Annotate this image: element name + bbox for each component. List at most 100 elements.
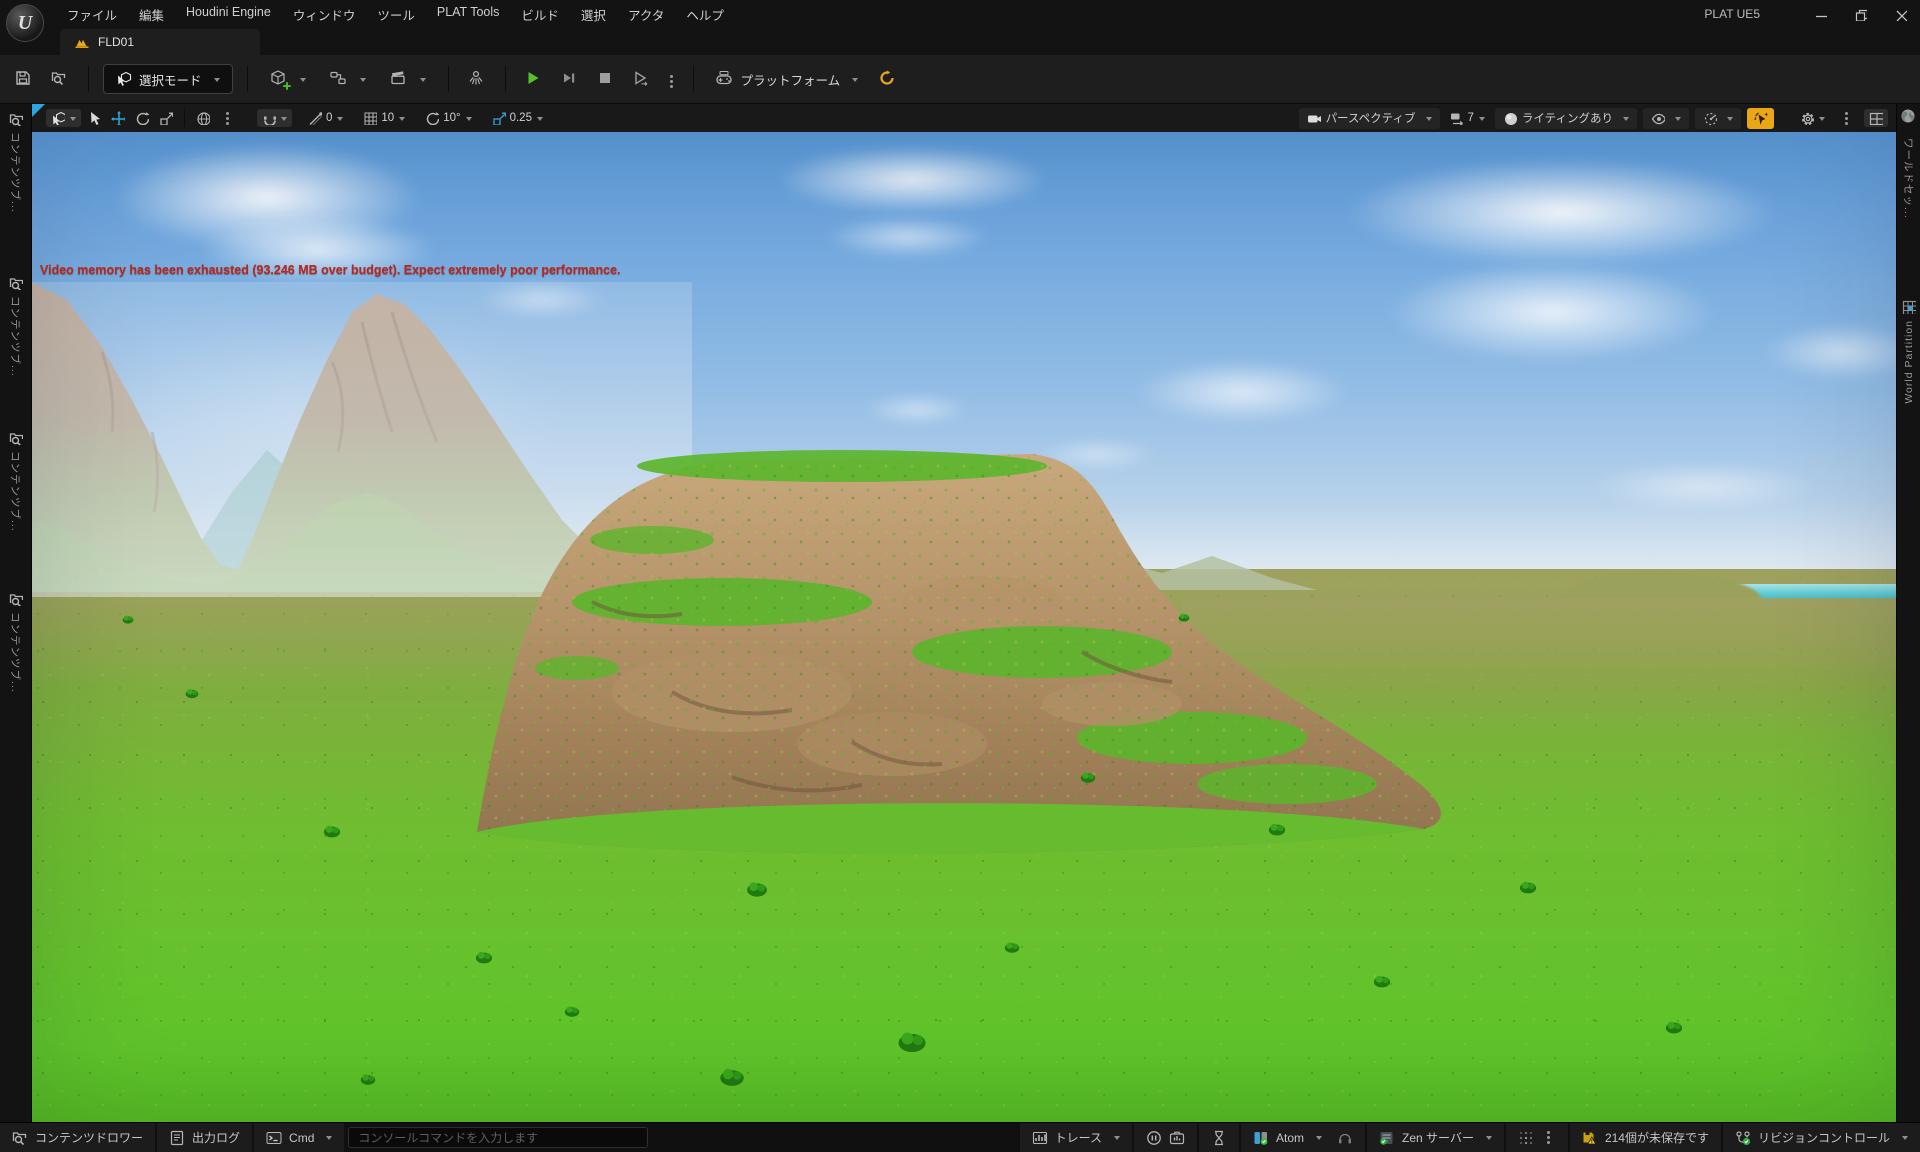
scale-snap-dropdown[interactable]: 0.25	[488, 109, 547, 127]
trace-dropdown[interactable]: トレース	[1020, 1123, 1132, 1152]
menu-build[interactable]: ビルド	[510, 0, 570, 29]
show-flags-dropdown[interactable]	[1643, 108, 1689, 129]
frame-skip-button[interactable]	[556, 65, 584, 93]
insights-grid-button[interactable]	[1506, 1123, 1568, 1152]
asset-tab-bar: FLD01	[0, 28, 1920, 55]
menu-select[interactable]: 選択	[570, 0, 617, 29]
add-actor-dropdown[interactable]	[262, 64, 314, 94]
save-button[interactable]	[10, 65, 38, 93]
close-button[interactable]	[1880, 0, 1920, 28]
realtime-toggle[interactable]	[1747, 108, 1774, 129]
folder-search-icon	[9, 431, 23, 445]
globe-icon	[196, 111, 210, 125]
world-partition-tab[interactable]: World Partition	[1897, 300, 1920, 404]
world-minimap-button[interactable]	[1897, 108, 1920, 126]
select-tool-button[interactable]	[83, 109, 105, 127]
task-status-button[interactable]	[1199, 1123, 1239, 1152]
viewport-options-button[interactable]	[1835, 115, 1858, 122]
unreal-logo[interactable]: U	[6, 4, 44, 42]
menu-tools[interactable]: ツール	[366, 0, 426, 29]
dock-tab-label: コンテンツブ...	[8, 451, 23, 532]
quad-layout-icon	[1869, 111, 1883, 125]
chevron-down-icon	[399, 117, 405, 124]
trace-pause-button[interactable]	[1134, 1123, 1197, 1152]
actor-snap-dropdown[interactable]: 0	[304, 109, 347, 127]
viewport-select-mode-dropdown[interactable]	[46, 109, 81, 127]
chevron-down-icon	[360, 78, 366, 85]
viewport-focus-triangle	[32, 104, 45, 117]
content-browser-tab-3[interactable]: コンテンツブ...	[0, 431, 31, 532]
content-browser-tab-1[interactable]: コンテンツブ...	[0, 112, 31, 213]
chevron-down-icon	[420, 78, 426, 85]
launch-button[interactable]	[628, 65, 656, 93]
camera-perspective-dropdown[interactable]: パースペクティブ	[1299, 108, 1440, 129]
workspace: コンテンツブ... コンテンツブ... コンテンツブ... コンテンツブ...	[0, 104, 1920, 1122]
surface-snapping-dropdown[interactable]	[257, 109, 292, 127]
atom-label: Atom	[1276, 1131, 1304, 1145]
restore-button[interactable]	[1840, 0, 1880, 28]
play-advanced-icon	[633, 70, 651, 88]
build-status-spinner[interactable]	[874, 65, 902, 93]
save-icon	[15, 70, 33, 88]
world-partition-icon	[1902, 300, 1916, 314]
stop-button[interactable]	[592, 65, 620, 93]
cinematics-dropdown[interactable]	[382, 64, 434, 94]
dock-tab-label: World Partition	[1903, 320, 1915, 404]
unsaved-changes-button[interactable]: 214個が未保存です	[1570, 1123, 1721, 1152]
content-browser-tab-2[interactable]: コンテンツブ...	[0, 276, 31, 377]
move-tool-button[interactable]	[107, 109, 129, 127]
chevron-down-icon	[1675, 117, 1681, 124]
menu-help[interactable]: ヘルプ	[675, 0, 735, 29]
world-local-toggle[interactable]	[192, 109, 214, 127]
camera-speed-dropdown[interactable]: 7	[1446, 109, 1489, 127]
scale-icon	[159, 111, 173, 125]
foliage-spray-button[interactable]	[463, 65, 491, 93]
status-bar: コンテンツドロワー 出力ログ Cmd トレース Atom	[0, 1122, 1920, 1152]
viewport-settings-dropdown[interactable]	[1796, 109, 1829, 127]
menu-houdini-engine[interactable]: Houdini Engine	[175, 0, 282, 29]
dock-tab-label: ワールドセッ...	[1901, 138, 1916, 219]
output-log-button[interactable]: 出力ログ	[157, 1123, 252, 1152]
trace-chart-icon	[1032, 1130, 1048, 1146]
vertical-dots-icon	[226, 117, 229, 120]
vertical-dots-icon	[1845, 117, 1848, 120]
console-command-input[interactable]	[348, 1127, 648, 1148]
play-button[interactable]	[520, 65, 548, 93]
skip-icon	[561, 70, 579, 88]
menu-window[interactable]: ウィンドウ	[282, 0, 367, 29]
minimize-button[interactable]	[1800, 0, 1840, 28]
viewport[interactable]: 0 10 10°	[32, 104, 1896, 1122]
content-browser-tab-4[interactable]: コンテンツブ...	[0, 592, 31, 693]
zen-server-dropdown[interactable]: Zen サーバー	[1367, 1123, 1504, 1152]
left-dock-strip: コンテンツブ... コンテンツブ... コンテンツブ... コンテンツブ...	[0, 104, 32, 1122]
transform-options-button[interactable]	[216, 115, 239, 122]
tab-fld01[interactable]: FLD01	[60, 29, 260, 55]
viewport-layout-button[interactable]	[1864, 109, 1888, 127]
rotation-snap-dropdown[interactable]: 10°	[421, 109, 475, 127]
scale-tool-button[interactable]	[155, 109, 177, 127]
blueprints-dropdown[interactable]	[322, 64, 374, 94]
menu-plat-tools[interactable]: PLAT Tools	[426, 0, 511, 29]
chevron-down-icon	[300, 78, 306, 85]
menu-file[interactable]: ファイル	[56, 0, 128, 29]
world-settings-tab[interactable]: ワールドセッ...	[1897, 138, 1920, 219]
grid-snap-dropdown[interactable]: 10	[359, 109, 409, 127]
add-actor-icon	[270, 70, 288, 88]
chevron-down-icon	[1623, 117, 1629, 124]
performance-dropdown[interactable]	[1695, 108, 1741, 129]
browse-content-button[interactable]	[46, 65, 74, 93]
viewport-scene[interactable]: Video memory has been exhausted (93.246 …	[32, 132, 1896, 1122]
play-options-button[interactable]	[664, 70, 679, 88]
editor-mode-dropdown[interactable]: 選択モード	[103, 64, 233, 94]
menu-edit[interactable]: 編集	[128, 0, 175, 29]
revision-control-dropdown[interactable]: リビジョンコントロール	[1723, 1123, 1920, 1152]
console-mode-dropdown[interactable]: Cmd	[254, 1123, 344, 1152]
folder-search-icon	[9, 592, 23, 606]
content-drawer-button[interactable]: コンテンツドロワー	[0, 1123, 155, 1152]
menu-actor[interactable]: アクタ	[617, 0, 675, 29]
atom-dropdown[interactable]: Atom	[1241, 1123, 1365, 1152]
view-mode-dropdown[interactable]: ライティングあり	[1495, 108, 1637, 129]
revision-control-label: リビジョンコントロール	[1758, 1129, 1890, 1146]
platforms-dropdown[interactable]: プラットフォーム	[708, 64, 867, 94]
rotate-tool-button[interactable]	[131, 109, 153, 127]
